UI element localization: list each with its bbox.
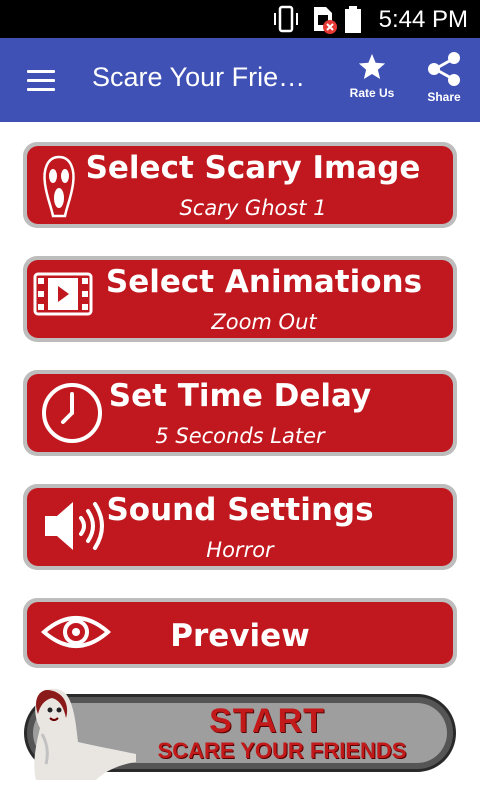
share-button[interactable]: Share xyxy=(420,52,468,104)
button-title: Sound Settings xyxy=(106,492,374,528)
app-bar: Scare Your Frie… Rate Us Share xyxy=(0,38,480,122)
rate-us-button[interactable]: Rate Us xyxy=(344,52,400,100)
button-title: Select Scary Image xyxy=(85,150,421,186)
button-title: Set Time Delay xyxy=(108,378,372,414)
app-title: Scare Your Frie… xyxy=(92,62,306,92)
button-subtitle: Zoom Out xyxy=(211,310,317,334)
no-sim-icon xyxy=(314,7,337,34)
start-subtitle: SCARE YOUR FRIENDS xyxy=(157,738,407,763)
star-icon xyxy=(358,53,386,79)
menu-button[interactable] xyxy=(18,60,64,100)
vibrate-icon xyxy=(274,5,298,33)
set-time-delay-button[interactable]: Set Time Delay 5 Seconds Later xyxy=(23,370,457,456)
preview-button[interactable]: Preview xyxy=(23,598,457,668)
share-label: Share xyxy=(427,90,461,104)
clock-time: 5:44 PM xyxy=(378,6,468,33)
button-title: Preview xyxy=(170,618,310,654)
start-title: START xyxy=(209,702,325,740)
status-bar: 5:44 PM xyxy=(0,0,480,38)
battery-icon xyxy=(345,6,361,33)
select-animations-button[interactable]: Select Animations Zoom Out xyxy=(23,256,457,342)
start-scare-button[interactable]: START SCARE YOUR FRIENDS xyxy=(22,684,458,784)
zombie-girl-icon xyxy=(34,688,136,780)
button-subtitle: Scary Ghost 1 xyxy=(179,196,327,220)
button-title: Select Animations xyxy=(105,264,423,300)
select-scary-image-button[interactable]: Select Scary Image Scary Ghost 1 xyxy=(23,142,457,228)
sound-settings-button[interactable]: Sound Settings Horror xyxy=(23,484,457,570)
rate-us-label: Rate Us xyxy=(349,86,395,100)
button-subtitle: Horror xyxy=(206,538,274,562)
button-subtitle: 5 Seconds Later xyxy=(155,424,325,448)
share-icon xyxy=(428,52,460,86)
